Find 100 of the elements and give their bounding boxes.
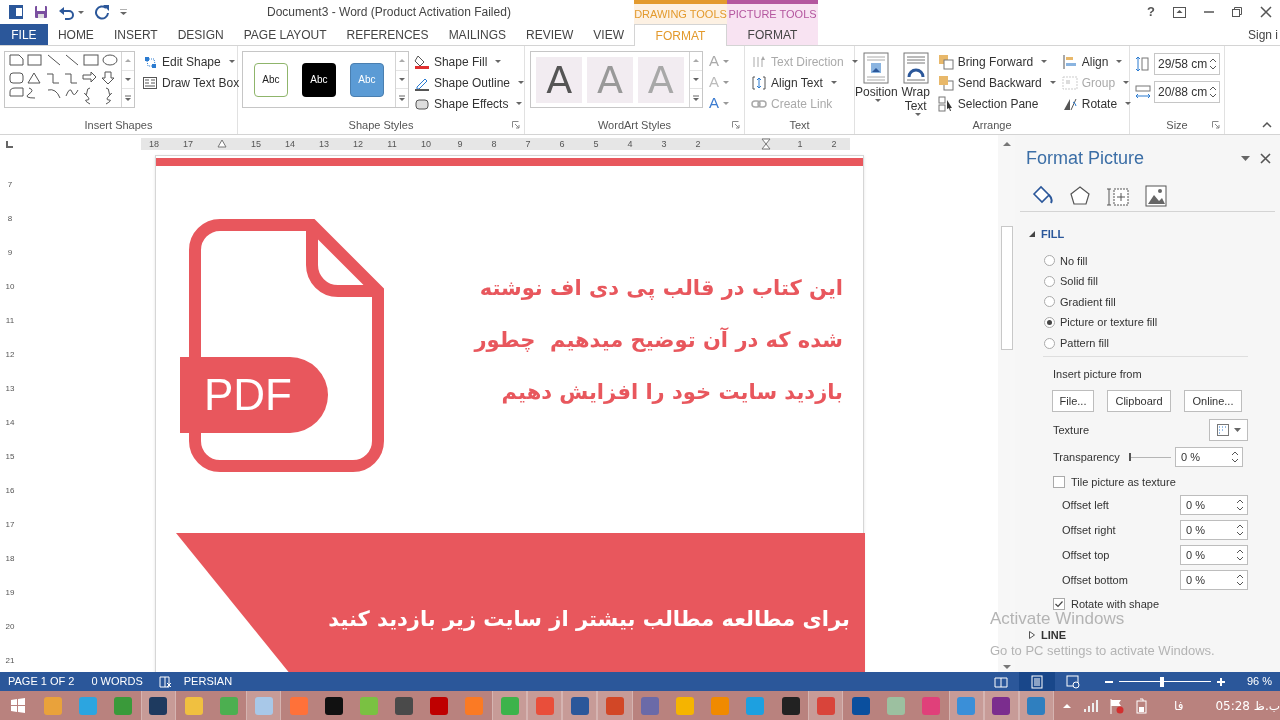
- spin-field[interactable]: 29/58 cm: [1154, 53, 1220, 75]
- view-button[interactable]: [1018, 672, 1055, 691]
- scrollbar-thumb[interactable]: [1000, 226, 1013, 350]
- close-icon[interactable]: [1260, 6, 1272, 18]
- restore-icon[interactable]: [1232, 7, 1242, 17]
- layout-properties-tab-icon[interactable]: [1107, 185, 1129, 207]
- spin-field[interactable]: 0 %: [1175, 447, 1243, 468]
- ribbon-button[interactable]: Align: [1061, 51, 1132, 72]
- effects-tab-icon[interactable]: [1069, 185, 1091, 207]
- spinner-icon[interactable]: [1236, 498, 1244, 511]
- save-icon[interactable]: [34, 5, 48, 19]
- fill-option[interactable]: Gradient fill: [1044, 291, 1280, 313]
- scroll-down-icon[interactable]: [124, 76, 132, 83]
- ribbon-button[interactable]: Shape Outline: [413, 72, 524, 93]
- taskbar-button[interactable]: [983, 691, 1019, 720]
- dialog-launcher-icon[interactable]: [512, 121, 520, 130]
- texture-dropdown[interactable]: [1209, 418, 1248, 441]
- help-button[interactable]: ?: [1147, 2, 1155, 22]
- checkbox-icon[interactable]: [1053, 597, 1065, 610]
- ribbon-tab[interactable]: REFERENCES: [336, 24, 439, 45]
- scroll-down-icon[interactable]: [397, 76, 406, 83]
- spin-field[interactable]: 20/88 cm: [1154, 81, 1220, 103]
- battery-icon[interactable]: [1134, 697, 1150, 714]
- page-count[interactable]: PAGE 1 OF 2: [8, 673, 75, 690]
- spinner-icon[interactable]: [1209, 58, 1217, 70]
- ribbon-button[interactable]: Selection Pane: [937, 93, 1056, 114]
- hanging-indent-marker-icon[interactable]: [761, 137, 771, 150]
- spinner-icon[interactable]: [1231, 451, 1239, 464]
- insert-picture-button[interactable]: Online...: [1184, 389, 1242, 412]
- radio-icon[interactable]: [1044, 296, 1055, 308]
- show-hidden-icons-icon[interactable]: [1062, 702, 1072, 709]
- section-header[interactable]: FILL: [1041, 226, 1065, 243]
- ribbon-tab[interactable]: DESIGN: [167, 24, 234, 45]
- tab-selector-icon[interactable]: [6, 139, 14, 148]
- shape-style-preset[interactable]: Abc: [254, 62, 288, 97]
- word-count[interactable]: 0 WORDS: [91, 673, 143, 690]
- radio-icon[interactable]: [1044, 275, 1055, 287]
- ribbon-button[interactable]: Draw Text Box: [142, 72, 240, 93]
- ribbon-button[interactable]: Position: [855, 51, 898, 117]
- scroll-up-icon[interactable]: [124, 57, 132, 65]
- radio-icon[interactable]: [1044, 255, 1055, 267]
- ribbon-tab[interactable]: INSERT: [103, 24, 168, 45]
- expand-triangle-icon[interactable]: [1029, 631, 1035, 640]
- fill-option[interactable]: No fill: [1044, 250, 1280, 272]
- proofing-icon[interactable]: [158, 675, 172, 688]
- insert-picture-button[interactable]: Clipboard: [1107, 389, 1171, 412]
- fill-option[interactable]: Picture or texture fill: [1044, 312, 1280, 333]
- ribbon-tab[interactable]: FORMAT: [727, 24, 818, 45]
- fill-option[interactable]: Solid fill: [1044, 271, 1280, 292]
- gallery-more-icon[interactable]: [692, 94, 700, 102]
- insert-picture-button[interactable]: File...: [1052, 389, 1094, 412]
- dialog-launcher-icon[interactable]: [1212, 121, 1220, 130]
- spinner-icon[interactable]: [1209, 86, 1217, 98]
- ribbon-button[interactable]: Shape Fill: [413, 51, 524, 72]
- spin-field[interactable]: 0 %: [1180, 544, 1248, 565]
- taskbar-button[interactable]: [140, 691, 176, 720]
- ribbon-tab[interactable]: REVIEW: [516, 24, 584, 45]
- spin-field[interactable]: 0 %: [1180, 519, 1248, 540]
- flag-icon[interactable]: [1108, 697, 1124, 714]
- spinner-icon[interactable]: [1236, 523, 1244, 536]
- taskbar-button[interactable]: [562, 691, 598, 720]
- checkbox-icon[interactable]: [1053, 475, 1065, 488]
- scroll-down-icon[interactable]: [692, 76, 700, 83]
- gallery-more-icon[interactable]: [397, 94, 406, 102]
- ribbon-tab[interactable]: PAGE LAYOUT: [233, 24, 337, 45]
- scroll-up-icon[interactable]: [397, 57, 406, 65]
- slider-track[interactable]: [1129, 451, 1171, 464]
- ribbon-display-icon[interactable]: [1173, 6, 1186, 18]
- spinner-icon[interactable]: [1236, 548, 1244, 561]
- zoom-level[interactable]: 96 %: [1246, 673, 1272, 690]
- zoom-slider-track[interactable]: [1118, 675, 1211, 688]
- ribbon-button[interactable]: Edit Shape: [142, 51, 240, 72]
- language-indicator[interactable]: PERSIAN: [183, 673, 233, 690]
- gallery-more-icon[interactable]: [124, 94, 132, 102]
- collapse-ribbon-icon[interactable]: [1262, 121, 1272, 129]
- ribbon-tab[interactable]: MAILINGS: [438, 24, 516, 45]
- file-tab[interactable]: FILE: [0, 24, 48, 45]
- spinner-icon[interactable]: [1236, 573, 1244, 586]
- ribbon-tab[interactable]: HOME: [47, 24, 104, 45]
- checkbox-option[interactable]: Tile picture as texture: [1053, 471, 1280, 492]
- scroll-up-icon[interactable]: [1001, 140, 1012, 148]
- ribbon-button[interactable]: Shape Effects: [413, 93, 524, 114]
- section-header[interactable]: LINE: [1041, 627, 1067, 644]
- spin-field[interactable]: 0 %: [1180, 494, 1248, 515]
- radio-icon[interactable]: [1044, 317, 1055, 329]
- picture-tab-icon[interactable]: [1145, 185, 1167, 207]
- close-icon[interactable]: [1260, 153, 1271, 164]
- shape-style-preset[interactable]: Abc: [301, 62, 336, 97]
- shapes-gallery-drawing[interactable]: [7, 52, 119, 107]
- dialog-launcher-icon[interactable]: [732, 121, 740, 130]
- signal-icon[interactable]: [1082, 697, 1098, 714]
- wordart-preset[interactable]: A: [536, 56, 583, 103]
- collapse-triangle-icon[interactable]: [1029, 231, 1035, 238]
- ribbon-button[interactable]: Wrap Text: [897, 51, 934, 117]
- ribbon-button[interactable]: Bring Forward: [937, 51, 1056, 72]
- zoom-in-icon[interactable]: [1216, 677, 1225, 686]
- ribbon-button[interactable]: Rotate: [1061, 93, 1132, 114]
- ribbon-button[interactable]: Send Backward: [937, 72, 1056, 93]
- redo-icon[interactable]: [94, 4, 110, 20]
- scroll-up-icon[interactable]: [692, 57, 700, 65]
